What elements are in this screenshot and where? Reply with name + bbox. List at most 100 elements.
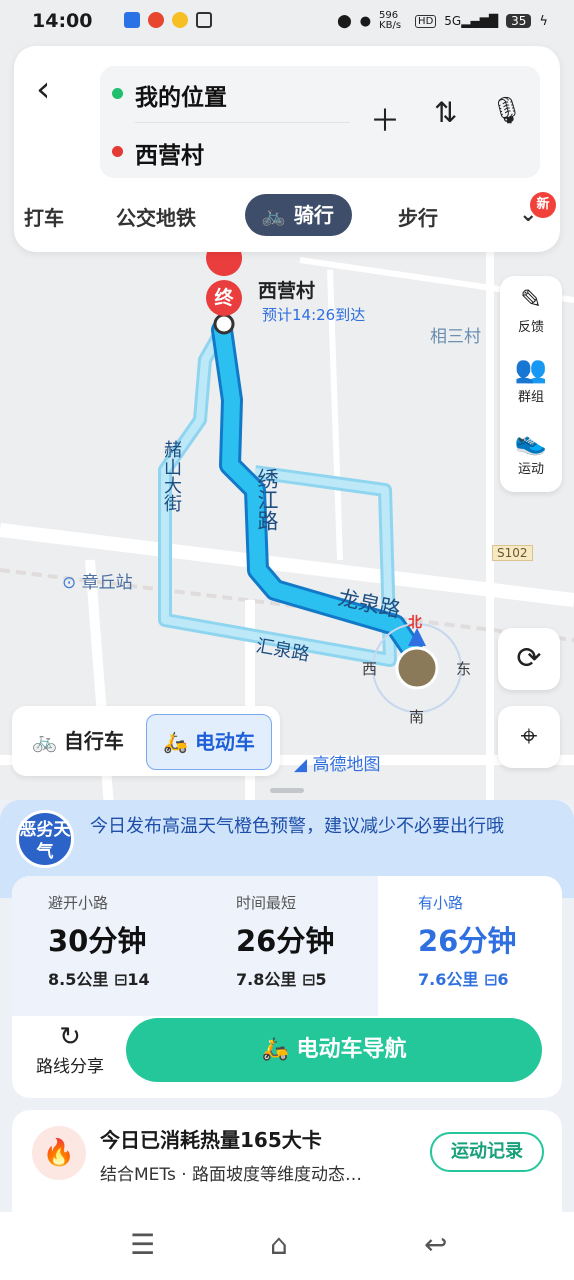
sport-record-button[interactable]: 运动记录 <box>430 1132 544 1172</box>
tab-transit[interactable]: 公交地铁 <box>116 202 196 231</box>
vehicle-toggle: 🚲 自行车 🛵 电动车 <box>12 706 280 776</box>
share-route-button[interactable]: ↻ 路线分享 <box>30 1022 110 1077</box>
road-label: 赭山大街 <box>161 440 182 512</box>
traffic-light-icon: ⊟ <box>483 970 498 989</box>
route-option-selected[interactable]: 有小路 26分钟 7.6公里 ⊟6 <box>382 876 562 1016</box>
status-bar: 14:00 ⬤ ● 596 KB/s HD 5G▂▄▆█ 35 ϟ <box>0 0 574 44</box>
sport-icon: 👟 <box>514 427 548 457</box>
tab-taxi[interactable]: 打车 <box>24 202 64 231</box>
route-time: 26分钟 <box>236 924 335 958</box>
group-button[interactable]: 👥 群组 <box>500 354 562 405</box>
ebike-icon: 🛵 <box>261 1037 289 1062</box>
menu-button[interactable]: ☰ <box>130 1228 155 1261</box>
feedback-label: 反馈 <box>517 320 544 335</box>
calorie-subtitle: 结合METs · 路面坡度等维度动态… <box>100 1165 363 1185</box>
plus-icon: ＋ <box>370 104 400 139</box>
back-button[interactable]: ‹ <box>36 70 66 110</box>
route-sheet: 恶劣天气 今日发布高温天气橙色预警，建议减少不必要出行哦 避开小路 30分钟 8… <box>0 800 574 1280</box>
sheet-handle[interactable] <box>270 788 304 793</box>
signal-icon: 5G▂▄▆█ <box>444 14 499 28</box>
weather-alert-text: 今日发布高温天气橙色预警，建议减少不必要出行哦 <box>90 816 504 837</box>
calorie-title: 今日已消耗热量165大卡 <box>100 1128 322 1152</box>
system-nav-bar: ☰ ⌂ ↩ <box>0 1212 574 1280</box>
ebike-option-label: 电动车 <box>194 730 255 754</box>
swap-icon: ⇅ <box>434 96 458 129</box>
ebike-option[interactable]: 🛵 电动车 <box>146 714 272 770</box>
bicycle-icon: 🚲 <box>261 203 286 227</box>
flame-icon: 🔥 <box>32 1126 86 1180</box>
refresh-icon: ⟳ <box>516 641 542 676</box>
locate-icon: ⌖ <box>520 719 538 754</box>
route-meta: 7.6公里 ⊟6 <box>418 970 509 989</box>
destination-field[interactable]: 西营村 <box>135 136 204 170</box>
station-label: ⊙ 章丘站 <box>62 573 133 593</box>
weibo-icon <box>148 12 164 28</box>
new-badge: 新 <box>530 192 556 218</box>
highway-label: S102 <box>492 545 533 561</box>
navigate-label: 电动车导航 <box>296 1037 407 1062</box>
route-meta: 7.8公里 ⊟5 <box>236 970 327 989</box>
sport-label: 运动 <box>517 462 544 477</box>
group-label: 群组 <box>517 390 544 405</box>
bike-option-label: 自行车 <box>63 729 124 753</box>
destination-marker[interactable]: 终 <box>206 280 242 316</box>
network-speed: 596 KB/s <box>379 10 402 31</box>
app-notification-icon <box>124 12 140 28</box>
route-label: 有小路 <box>418 894 464 912</box>
road-label: 绣江路 <box>255 468 279 531</box>
locate-me-button[interactable]: ⌖ <box>498 706 560 768</box>
route-option[interactable]: 避开小路 30分钟 8.5公里 ⊟14 <box>12 876 194 1016</box>
route-time: 30分钟 <box>48 924 147 958</box>
route-meta: 8.5公里 ⊟14 <box>48 970 150 989</box>
start-navigation-button[interactable]: 🛵 电动车导航 <box>126 1018 542 1082</box>
side-toolbar: ✎ 反馈 👥 群组 👟 运动 <box>500 276 562 492</box>
home-button[interactable]: ⌂ <box>270 1228 288 1261</box>
compass-west: 西 <box>362 660 378 678</box>
status-right: ⬤ ● 596 KB/s HD 5G▂▄▆█ 35 ϟ <box>337 11 548 31</box>
hd-icon: HD <box>415 14 437 28</box>
route-option[interactable]: 时间最短 26分钟 7.8公里 ⊟5 <box>200 876 382 1016</box>
tab-cycling[interactable]: 🚲 骑行 <box>245 194 352 236</box>
compass-south: 南 <box>409 708 425 726</box>
sport-button[interactable]: 👟 运动 <box>500 426 562 477</box>
bike-option[interactable]: 🚲 自行车 <box>32 714 124 768</box>
route-label: 时间最短 <box>236 894 297 912</box>
ebike-icon: 🛵 <box>163 730 188 754</box>
add-waypoint-button[interactable]: ＋ <box>370 96 400 140</box>
swap-button[interactable]: ⇅ <box>434 96 457 129</box>
refresh-route-button[interactable]: ⟳ <box>498 628 560 690</box>
tab-walking[interactable]: 步行 <box>398 202 438 231</box>
compass-north: 北 <box>408 615 422 631</box>
microphone-icon: 🎙 <box>490 96 524 126</box>
origin-field[interactable]: 我的位置 <box>135 78 227 112</box>
bicycle-icon: 🚲 <box>32 729 57 753</box>
transport-tabs: 打车 公交地铁 🚲 骑行 步行 ⌄ <box>14 194 560 240</box>
home-icon: ⌂ <box>270 1228 288 1261</box>
route-input-box: 我的位置 西营村 ＋ ⇅ 🎙 <box>100 66 540 178</box>
location-icon: ⬤ <box>337 13 352 29</box>
share-label: 路线分享 <box>36 1057 104 1077</box>
calorie-card[interactable]: 🔥 今日已消耗热量165大卡 结合METs · 路面坡度等维度动态… 运动记录 <box>12 1110 562 1220</box>
menu-icon: ☰ <box>130 1228 156 1261</box>
traffic-light-icon: ⊟ <box>113 970 128 989</box>
destination-name: 西营村 <box>258 280 316 302</box>
mic-status-icon: ● <box>359 13 372 29</box>
field-divider <box>135 122 350 123</box>
amap-logo-icon: ◢ <box>294 755 308 775</box>
weather-badge: 恶劣天气 <box>16 810 74 868</box>
battery-icon: 35 <box>506 14 532 28</box>
route-search-card: ‹ 我的位置 西营村 ＋ ⇅ 🎙 打车 公交地铁 🚲 骑行 步行 ⌄ 新 <box>14 46 560 252</box>
share-icon: ↻ <box>59 1022 81 1052</box>
feedback-button[interactable]: ✎ 反馈 <box>500 284 562 335</box>
route-label: 避开小路 <box>48 894 109 912</box>
back-nav-icon: ↩ <box>424 1228 448 1261</box>
back-arrow-icon: ‹ <box>36 69 51 110</box>
origin-dot-icon <box>112 88 123 99</box>
charging-icon: ϟ <box>539 13 548 29</box>
map-brand: ◢ 高德地图 <box>294 755 381 775</box>
feedback-icon: ✎ <box>520 285 542 315</box>
status-time: 14:00 <box>32 10 93 32</box>
place-label: 相三村 <box>430 327 481 347</box>
back-nav-button[interactable]: ↩ <box>424 1228 447 1261</box>
voice-input-button[interactable]: 🎙 <box>490 96 523 126</box>
